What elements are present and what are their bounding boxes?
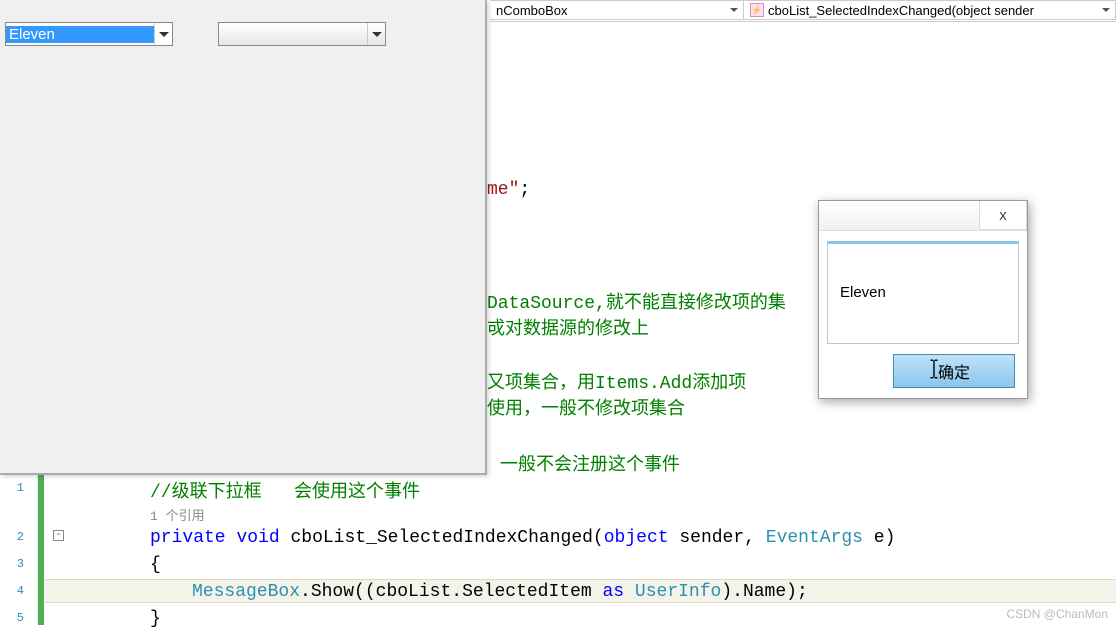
- watermark: CSDN @ChanMon: [1006, 607, 1108, 621]
- dialog-body: Eleven 确定: [819, 231, 1027, 398]
- combobox-1[interactable]: Eleven: [5, 22, 173, 46]
- nav-type-label: nComboBox: [496, 3, 568, 18]
- close-icon[interactable]: x: [979, 201, 1027, 230]
- nav-member-label: cboList_SelectedIndexChanged(object send…: [768, 3, 1034, 18]
- references-label[interactable]: 1 个引用: [150, 505, 1106, 524]
- line-number: 1: [0, 481, 24, 495]
- winforms-designer: Eleven: [0, 0, 487, 475]
- dialog-button-row: 确定: [827, 344, 1019, 390]
- code-comment: //级联下拉框 会使用这个事件: [150, 477, 1106, 503]
- lightning-icon: ⚡: [750, 3, 764, 17]
- line-number: 5: [0, 611, 24, 625]
- line-number: 2: [0, 530, 24, 544]
- code-signature: private void cboList_SelectedIndexChange…: [150, 528, 1106, 548]
- code-comment: 一般不会注册这个事件: [500, 450, 1106, 476]
- code-brace: {: [150, 555, 1106, 575]
- fold-toggle[interactable]: -: [53, 530, 64, 541]
- nav-type-dropdown[interactable]: nComboBox: [490, 0, 744, 20]
- chevron-down-icon[interactable]: [154, 23, 172, 45]
- editor-nav-bar: nComboBox ⚡ cboList_SelectedIndexChanged…: [490, 0, 1116, 22]
- dialog-titlebar[interactable]: x: [819, 201, 1027, 231]
- messagebox-dialog: x Eleven 确定: [818, 200, 1028, 399]
- chevron-down-icon[interactable]: [367, 23, 385, 45]
- dialog-message: Eleven: [827, 241, 1019, 344]
- combobox-1-value: Eleven: [6, 26, 154, 43]
- combobox-2[interactable]: [218, 22, 386, 46]
- code-brace: }: [150, 609, 1106, 629]
- nav-member-dropdown[interactable]: ⚡ cboList_SelectedIndexChanged(object se…: [744, 0, 1116, 20]
- line-number: 4: [0, 584, 24, 598]
- code-frag: me";: [487, 180, 1106, 200]
- ok-button[interactable]: 确定: [893, 354, 1015, 388]
- code-messagebox-call: MessageBox.Show((cboList.SelectedItem as…: [192, 582, 1106, 602]
- line-number: 3: [0, 557, 24, 571]
- change-indicator: [38, 475, 44, 625]
